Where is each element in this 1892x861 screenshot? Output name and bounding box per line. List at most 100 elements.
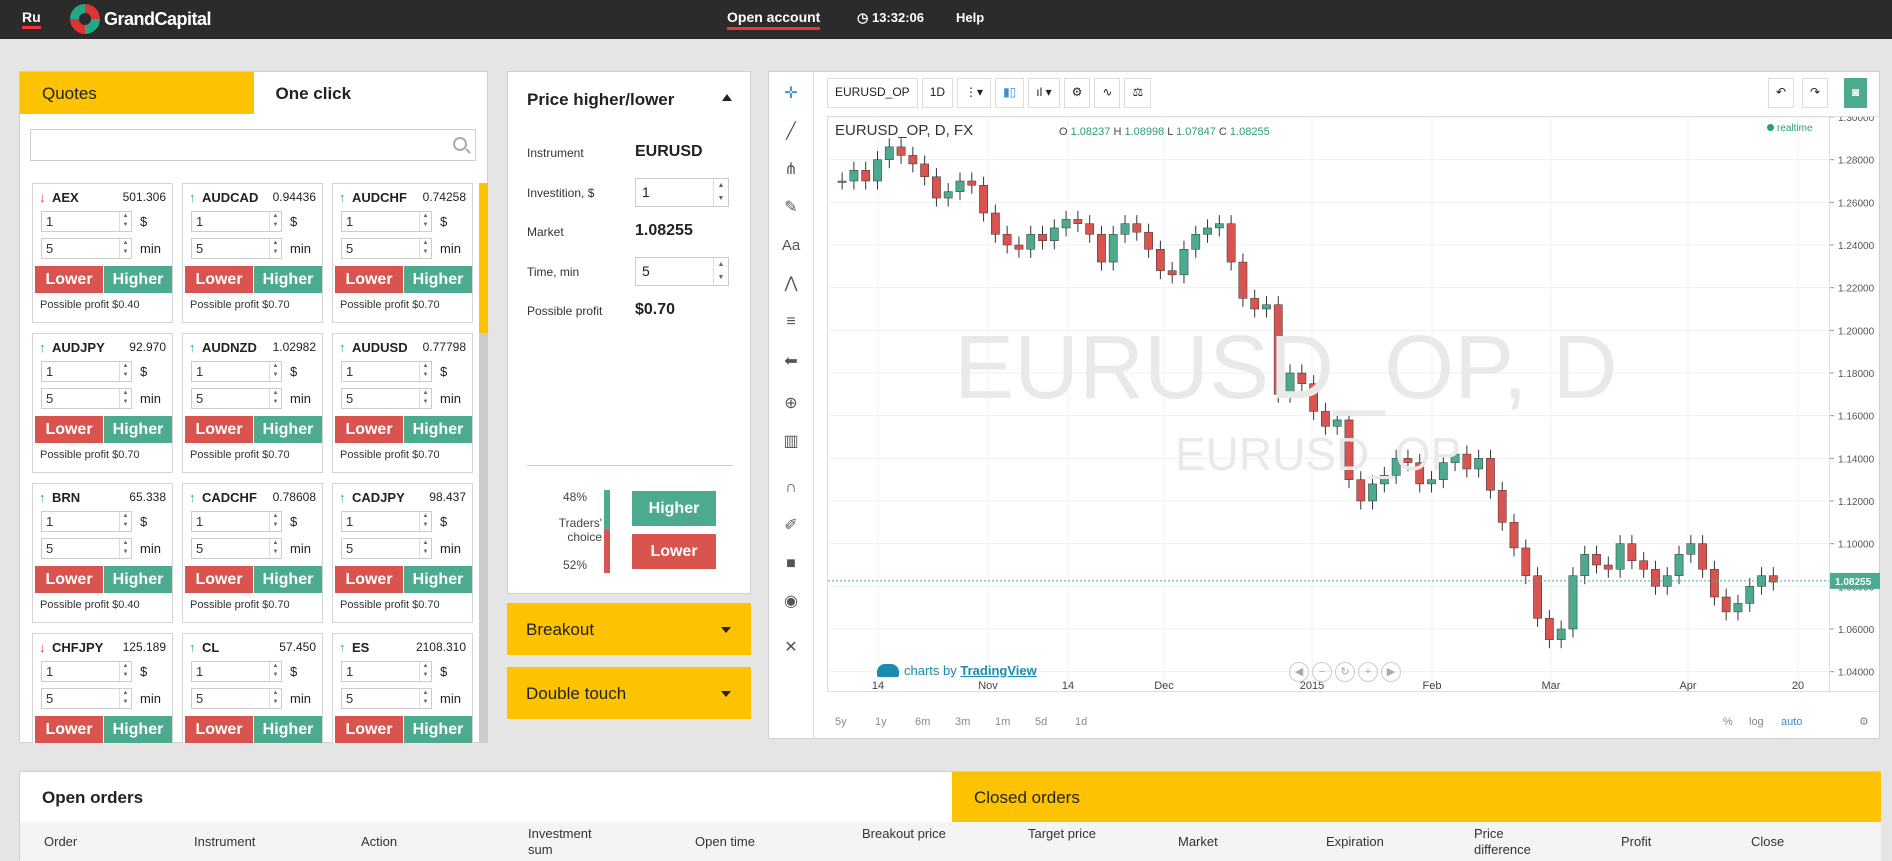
lower-button[interactable]: Lower — [185, 566, 253, 593]
amount-input[interactable]: 1 ▲ ▼ — [191, 511, 282, 532]
zoom-out-icon[interactable]: − — [1312, 662, 1332, 682]
range-5d[interactable]: 5d — [1035, 716, 1047, 728]
candles-icon[interactable]: ▮▯ — [995, 78, 1025, 108]
amount-input[interactable]: 1 ▲ ▼ — [341, 361, 432, 382]
range-5y[interactable]: 5y — [835, 716, 847, 728]
zoom-icon[interactable]: ⊕ — [781, 394, 801, 414]
time-stepper[interactable]: ▲ ▼ — [269, 389, 281, 408]
amount-stepper[interactable]: ▲ ▼ — [119, 512, 131, 531]
brand-logo[interactable]: GrandCapital — [70, 4, 212, 34]
symbol-button[interactable]: EURUSD_OP — [827, 78, 918, 108]
undo-icon[interactable]: ↶ — [1768, 78, 1795, 108]
time-stepper[interactable]: ▲ ▼ — [269, 539, 281, 558]
lower-button[interactable]: Lower — [185, 716, 253, 743]
trade-panel-title[interactable]: Price higher/lower — [527, 90, 674, 110]
range-1d[interactable]: 1d — [1075, 716, 1087, 728]
higher-button[interactable]: Higher — [254, 266, 322, 293]
amount-stepper[interactable]: ▲ ▼ — [119, 212, 131, 231]
column-header[interactable]: Price difference — [1474, 826, 1564, 858]
time-stepper[interactable]: ▲ ▼ — [419, 389, 431, 408]
amount-input[interactable]: 1 ▲ ▼ — [191, 661, 282, 682]
column-header[interactable]: Target price — [1028, 826, 1118, 842]
reset-icon[interactable]: ↻ — [1335, 662, 1355, 682]
arrow-icon[interactable]: ⬅ — [781, 352, 801, 372]
redo-icon[interactable]: ↷ — [1802, 78, 1829, 108]
time-stepper[interactable]: ▲ ▼ — [119, 539, 131, 558]
hide-icon[interactable]: ◉ — [781, 592, 801, 612]
help-link[interactable]: Help — [956, 10, 984, 25]
tradingview-attribution[interactable]: charts by TradingView — [877, 663, 1037, 678]
time-stepper[interactable]: ▲ ▼ — [119, 689, 131, 708]
time-stepper[interactable]: ▲ ▼ — [713, 258, 728, 285]
camera-icon[interactable]: ◙ — [1844, 78, 1868, 108]
amount-stepper[interactable]: ▲ ▼ — [419, 512, 431, 531]
amount-input[interactable]: 1 ▲ ▼ — [191, 361, 282, 382]
settings-gear-icon[interactable]: ⚙ — [1063, 78, 1091, 108]
amount-input[interactable]: 1 ▲ ▼ — [341, 211, 432, 232]
column-header[interactable]: Order — [44, 834, 134, 850]
higher-button[interactable]: Higher — [104, 566, 172, 593]
bar-style-icon[interactable]: ıl ▾ — [1028, 78, 1060, 108]
column-header[interactable]: Market — [1178, 834, 1268, 850]
higher-button[interactable]: Higher — [254, 416, 322, 443]
time-stepper[interactable]: ▲ ▼ — [419, 689, 431, 708]
more-icon[interactable]: ⋮▾ — [957, 78, 992, 108]
time-stepper[interactable]: ▲ ▼ — [119, 389, 131, 408]
lower-button[interactable]: Lower — [35, 716, 103, 743]
scale-log[interactable]: log — [1749, 716, 1764, 728]
pattern-icon[interactable]: ⋀ — [781, 274, 801, 294]
amount-stepper[interactable]: ▲ ▼ — [269, 212, 281, 231]
scale-auto[interactable]: auto — [1781, 716, 1802, 728]
attribution-brand[interactable]: TradingView — [960, 663, 1036, 678]
magnet-icon[interactable]: ∩ — [781, 478, 801, 498]
time-input[interactable]: 5 ▲ ▼ — [41, 388, 132, 409]
time-input[interactable]: 5 ▲ ▼ — [41, 538, 132, 559]
interval-button[interactable]: 1D — [921, 78, 954, 108]
amount-stepper[interactable]: ▲ ▼ — [269, 362, 281, 381]
lock-icon[interactable]: ■ — [781, 554, 801, 574]
time-input[interactable]: 5 ▲ ▼ — [191, 238, 282, 259]
trend-line-icon[interactable]: ╱ — [781, 122, 801, 142]
range-3m[interactable]: 3m — [955, 716, 970, 728]
column-header[interactable]: Close — [1751, 834, 1841, 850]
column-header[interactable]: Action — [361, 834, 451, 850]
column-header[interactable]: Open time — [695, 834, 785, 850]
range-1y[interactable]: 1y — [875, 716, 887, 728]
column-header[interactable]: Instrument — [194, 834, 284, 850]
lower-button[interactable]: Lower — [35, 416, 103, 443]
ruler-icon[interactable]: ▥ — [781, 432, 801, 452]
quote-search-input[interactable] — [30, 129, 476, 161]
higher-button[interactable]: Higher — [104, 716, 172, 743]
amount-stepper[interactable]: ▲ ▼ — [269, 662, 281, 681]
amount-input[interactable]: 1 ▲ ▼ — [341, 511, 432, 532]
tab-closed-orders[interactable]: Closed orders — [952, 772, 1881, 822]
compare-icon[interactable]: ⚖ — [1124, 78, 1152, 108]
amount-input[interactable]: 1 ▲ ▼ — [41, 511, 132, 532]
time-input[interactable]: 5 ▲ ▼ — [341, 388, 432, 409]
fib-icon[interactable]: ≡ — [781, 312, 801, 332]
zoom-in-icon[interactable]: + — [1358, 662, 1378, 682]
time-input[interactable]: 5 ▲ ▼ — [341, 688, 432, 709]
pitchfork-icon[interactable]: ⋔ — [781, 160, 801, 180]
higher-button[interactable]: Higher — [632, 491, 716, 526]
time-input[interactable]: 5 ▲ ▼ — [341, 538, 432, 559]
text-tool-icon[interactable]: Aa — [781, 236, 801, 256]
column-header[interactable]: Investment sum — [528, 826, 618, 858]
time-stepper[interactable]: ▲ ▼ — [119, 239, 131, 258]
time-input[interactable]: 5 ▲ ▼ — [191, 688, 282, 709]
higher-button[interactable]: Higher — [404, 266, 472, 293]
amount-stepper[interactable]: ▲ ▼ — [119, 662, 131, 681]
time-input[interactable]: 5 ▲ ▼ — [41, 688, 132, 709]
tab-open-orders[interactable]: Open orders — [20, 772, 952, 822]
search-icon[interactable] — [453, 137, 467, 151]
amount-stepper[interactable]: ▲ ▼ — [419, 362, 431, 381]
time-stepper[interactable]: ▲ ▼ — [419, 239, 431, 258]
price-axis[interactable]: 1.30000 1.28000 1.26000 1.24000 1.22000 1.200… — [1830, 116, 1880, 692]
amount-input[interactable]: 1 ▲ ▼ — [41, 211, 132, 232]
column-header[interactable]: Breakout price — [862, 826, 952, 842]
tab-one-click[interactable]: One click — [253, 72, 487, 114]
range-6m[interactable]: 6m — [915, 716, 930, 728]
higher-button[interactable]: Higher — [104, 266, 172, 293]
column-header[interactable]: Profit — [1621, 834, 1711, 850]
lower-button[interactable]: Lower — [185, 266, 253, 293]
